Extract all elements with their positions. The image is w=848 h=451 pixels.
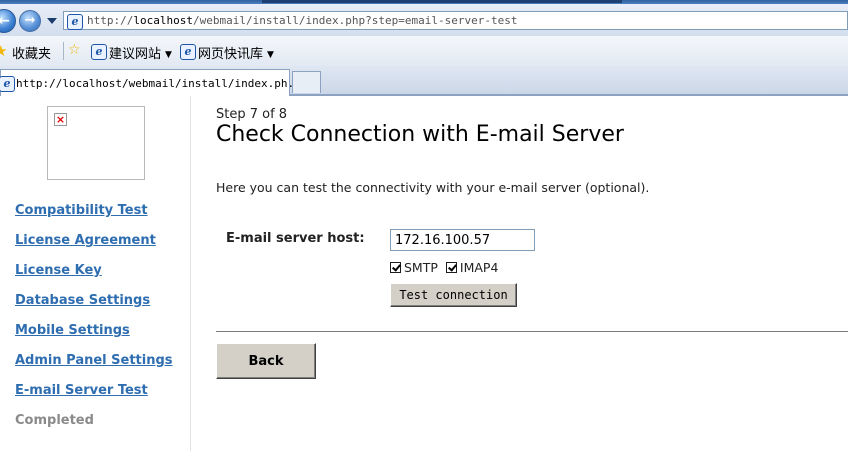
back-button[interactable]: Back	[216, 343, 316, 379]
page-description: Here you can test the connectivity with …	[216, 180, 650, 195]
suggested-sites-link[interactable]: 建议网站 ▼	[109, 43, 172, 62]
divider	[216, 331, 848, 332]
logo-image: ×	[47, 106, 145, 180]
ie-page-icon: e	[67, 14, 83, 30]
tab-bar: e http://localhost/webmail/install/index…	[0, 66, 848, 96]
sidebar-item-license-key[interactable]: License Key	[15, 263, 173, 293]
favorites-star-icon: ★	[0, 42, 8, 60]
address-bar[interactable]: e http://localhost/webmail/install/index…	[63, 11, 848, 30]
tab-active[interactable]: e http://localhost/webmail/install/index…	[0, 69, 307, 96]
imap4-checkbox[interactable]: IMAP4	[445, 260, 498, 275]
forward-icon[interactable]: →	[19, 10, 41, 32]
sidebar-item-email-server-test[interactable]: E-mail Server Test	[15, 383, 173, 413]
protocol-checkboxes: SMTP IMAP4	[390, 260, 502, 275]
sidebar-item-compatibility-test[interactable]: Compatibility Test	[15, 203, 173, 233]
checkbox-checked-icon	[445, 262, 457, 273]
checkbox-checked-icon	[390, 262, 401, 273]
smtp-checkbox[interactable]: SMTP	[390, 260, 438, 275]
add-favorite-icon[interactable]: ☆	[68, 42, 81, 58]
email-server-host-input[interactable]	[390, 229, 535, 251]
favorites-bar: ★ 收藏夹 ☆ e 建议网站 ▼ e 网页快讯库 ▼	[0, 36, 848, 67]
test-connection-button[interactable]: Test connection	[390, 283, 517, 307]
sidebar-item-license-agreement[interactable]: License Agreement	[15, 233, 173, 263]
broken-image-icon: ×	[54, 113, 67, 126]
sidebar-item-mobile-settings[interactable]: Mobile Settings	[15, 323, 173, 353]
back-icon[interactable]: ←	[0, 9, 16, 33]
step-indicator: Step 7 of 8	[216, 107, 288, 122]
page-title: Check Connection with E-mail Server	[216, 122, 624, 147]
sidebar: × Compatibility Test License Agreement L…	[0, 96, 191, 451]
web-slice-gallery-link[interactable]: 网页快讯库 ▼	[198, 43, 274, 62]
ie-page-icon: e	[180, 44, 196, 60]
new-tab-button[interactable]	[292, 71, 321, 93]
separator	[63, 42, 64, 60]
sidebar-item-completed: Completed	[15, 413, 94, 428]
favorites-button[interactable]: 收藏夹	[12, 43, 51, 62]
sidebar-item-database-settings[interactable]: Database Settings	[15, 293, 173, 323]
step-list: Compatibility Test License Agreement Lic…	[15, 203, 173, 443]
address-toolbar: ← → e http://localhost/webmail/install/i…	[0, 4, 848, 36]
main-content: Step 7 of 8 Check Connection with E-mail…	[216, 96, 848, 451]
sidebar-item-admin-panel-settings[interactable]: Admin Panel Settings	[15, 353, 173, 383]
host-label: E-mail server host:	[226, 231, 365, 246]
address-url[interactable]: http://localhost/webmail/install/index.p…	[87, 14, 517, 27]
ie-page-icon: e	[91, 44, 107, 60]
ie-page-icon: e	[0, 76, 15, 92]
tab-title: http://localhost/webmail/install/index.p…	[16, 77, 308, 90]
history-dropdown-icon[interactable]	[47, 18, 57, 24]
